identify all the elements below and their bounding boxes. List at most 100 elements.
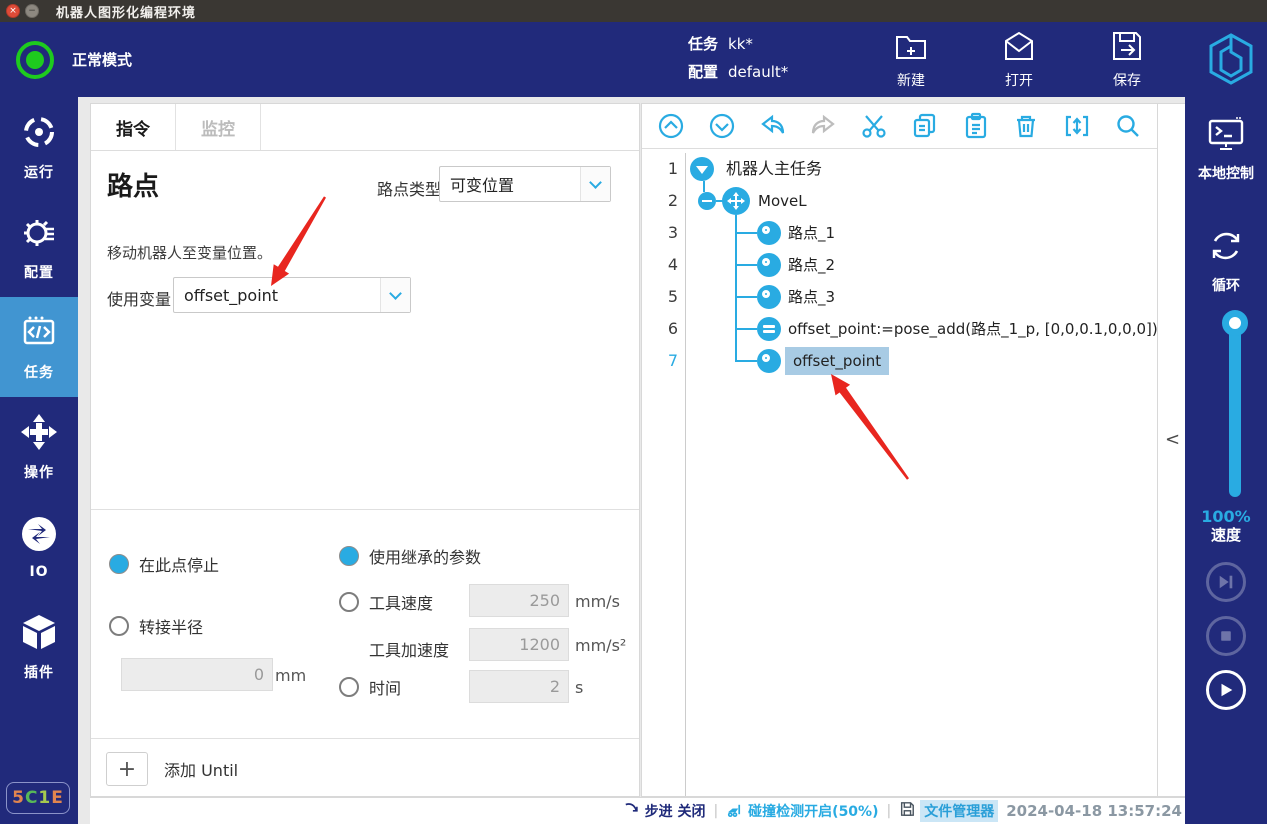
circle-down-icon[interactable] (705, 109, 739, 143)
waypoint-type-value: 可变位置 (440, 172, 580, 196)
time-unit: s (575, 678, 583, 697)
local-control-button[interactable]: 本地控制 (1185, 113, 1267, 183)
waypoint-icon (757, 349, 781, 373)
instruction-panel: 指令 监控 路点 路点类型 可变位置 移动机器人至变量位置。 使用变量 offs… (90, 103, 640, 797)
tree-row-assignment[interactable]: 6 offset_point:=pose_add(路点_1_p, [0,0,0.… (642, 313, 1157, 345)
blend-radius-option[interactable]: 转接半径 (109, 614, 203, 638)
instruction-description: 移动机器人至变量位置。 (107, 242, 272, 263)
datetime: 2024-04-18 13:57:24 (1006, 802, 1182, 820)
tool-speed-option[interactable]: 工具速度 (339, 590, 433, 614)
redo-icon[interactable] (806, 109, 840, 143)
collapse-triangle-icon[interactable] (690, 157, 714, 181)
sidebar-item-config[interactable]: 配置 (0, 197, 78, 297)
undo-icon[interactable] (756, 109, 790, 143)
tree-row-waypoint2[interactable]: 4 路点_2 (642, 249, 1157, 281)
tree-row-offset-point[interactable]: 7 offset_point (642, 345, 1157, 377)
play-button[interactable] (1206, 670, 1246, 710)
loop-button[interactable]: 循环 (1185, 225, 1267, 295)
tree-toolbar (642, 104, 1157, 149)
chevron-down-icon (380, 278, 410, 312)
stop-at-point-option[interactable]: 在此点停止 (109, 552, 219, 576)
status-code-badge[interactable]: 5C1E (6, 782, 70, 814)
radio-selected-icon (109, 554, 129, 574)
tree-row-main-task[interactable]: 1 机器人主任务 (642, 153, 1157, 185)
step-mode-status[interactable]: 步进 关闭 (624, 801, 706, 821)
tab-instruction[interactable]: 指令 (91, 104, 176, 150)
window-title: 机器人图形化编程环境 (56, 2, 196, 21)
task-code-icon (19, 312, 59, 356)
task-value: kk* (728, 30, 753, 58)
collapse-left-icon[interactable]: < (1165, 429, 1180, 450)
file-manager-status[interactable]: 文件管理器 (899, 800, 998, 822)
panel-collapse-strip: < (1158, 103, 1185, 797)
open-envelope-icon (1001, 28, 1037, 68)
titlebar: × − 机器人图形化编程环境 (0, 0, 1267, 22)
page-title: 路点 (107, 166, 159, 203)
sidebar-item-operate[interactable]: 操作 (0, 397, 78, 497)
config-gear-icon (19, 212, 59, 256)
circle-up-icon[interactable] (654, 109, 688, 143)
tree-rows: 1 机器人主任务 2 MoveL 3 路点_1 4 (642, 153, 1157, 796)
open-button[interactable]: 打开 (976, 28, 1062, 90)
search-icon[interactable] (1111, 109, 1145, 143)
tool-speed-input[interactable]: 250 (469, 584, 569, 617)
close-icon[interactable]: × (6, 4, 20, 18)
mode-indicator: 正常模式 (16, 41, 132, 79)
status-bar: 步进 关闭 | 碰撞检测开启(50%) | 文件管理器 2024-04-18 1… (90, 797, 1185, 824)
file-manager-disk-icon (899, 801, 915, 821)
stop-button[interactable] (1206, 616, 1246, 656)
radio-unselected-icon (339, 592, 359, 612)
sidebar-item-io[interactable]: IO (0, 497, 78, 597)
step-arrow-icon (624, 801, 640, 821)
blend-radius-unit: mm (275, 666, 306, 685)
blend-radius-input[interactable]: 0 (121, 658, 273, 691)
tool-accel-input[interactable]: 1200 (469, 628, 569, 661)
new-button[interactable]: 新建 (868, 28, 954, 90)
speed-readout: 100% 速度 (1185, 507, 1267, 545)
task-config-block: 任务 kk* 配置 default* (688, 30, 788, 86)
left-sidebar: 运行 配置 任务 (0, 97, 78, 824)
use-variable-label: 使用变量 (107, 286, 171, 310)
waypoint-icon (757, 253, 781, 277)
tool-speed-unit: mm/s (575, 592, 620, 611)
tree-row-waypoint3[interactable]: 5 路点_3 (642, 281, 1157, 313)
tab-monitor[interactable]: 监控 (176, 104, 261, 150)
inherit-params-option[interactable]: 使用继承的参数 (339, 544, 481, 568)
skip-button[interactable] (1206, 562, 1246, 602)
tree-row-waypoint1[interactable]: 3 路点_1 (642, 217, 1157, 249)
add-until-button[interactable]: + 添加 Until (106, 752, 238, 786)
save-button[interactable]: 保存 (1084, 28, 1170, 90)
plugin-cube-icon (19, 612, 59, 656)
collapse-minus-icon[interactable] (698, 192, 716, 210)
speed-percent: 100% (1185, 507, 1267, 526)
sidebar-item-run[interactable]: 运行 (0, 97, 78, 197)
time-option[interactable]: 时间 (339, 675, 401, 699)
mode-label: 正常模式 (72, 49, 132, 70)
task-label: 任务 (688, 30, 718, 58)
cut-icon[interactable] (857, 109, 891, 143)
speed-slider-thumb[interactable] (1222, 310, 1248, 336)
collision-robot-icon (726, 801, 743, 822)
mode-green-icon (16, 41, 54, 79)
insert-swap-icon[interactable] (1060, 109, 1094, 143)
copy-icon[interactable] (908, 109, 942, 143)
waypoint-type-dropdown[interactable]: 可变位置 (439, 166, 611, 202)
paste-icon[interactable] (959, 109, 993, 143)
run-icon (19, 112, 59, 156)
new-folder-icon (893, 28, 929, 68)
time-input[interactable]: 2 (469, 670, 569, 703)
tree-row-movel[interactable]: 2 MoveL (642, 185, 1157, 217)
sidebar-item-task[interactable]: 任务 (0, 297, 78, 397)
local-control-terminal-icon (1205, 113, 1247, 159)
tool-accel-unit: mm/s² (575, 636, 626, 655)
sidebar-item-plugin[interactable]: 插件 (0, 597, 78, 697)
delete-icon[interactable] (1009, 109, 1043, 143)
program-tree-panel: 1 机器人主任务 2 MoveL 3 路点_1 4 (641, 103, 1158, 797)
config-value: default* (728, 58, 788, 86)
collision-detect-status[interactable]: 碰撞检测开启(50%) (726, 801, 878, 822)
use-variable-dropdown[interactable]: offset_point (173, 277, 411, 313)
minimize-icon[interactable]: − (25, 4, 39, 18)
speed-slider-track[interactable] (1229, 323, 1241, 497)
tool-accel-label: 工具加速度 (369, 637, 449, 661)
brand-cube-logo (1207, 32, 1255, 86)
